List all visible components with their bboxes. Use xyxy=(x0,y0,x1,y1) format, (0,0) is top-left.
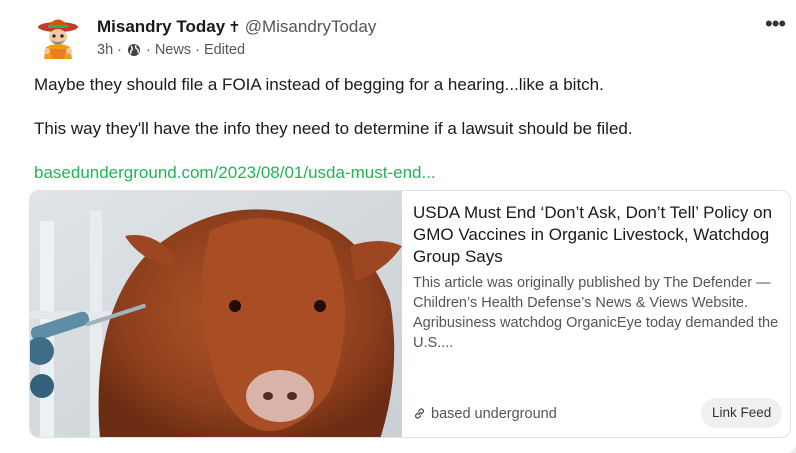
link-icon xyxy=(414,408,425,419)
post-time[interactable]: 3h xyxy=(97,42,113,58)
link-preview-card[interactable]: USDA Must End ‘Don’t Ask, Don’t Tell’ Po… xyxy=(29,190,791,438)
author-name[interactable]: Misandry Today xyxy=(97,17,225,36)
post-card: Misandry Today ✝ @MisandryToday 3h · · News · E… xyxy=(0,0,796,453)
preview-site[interactable]: based underground xyxy=(413,404,557,424)
post-paragraph: Maybe they should file a FOIA instead of… xyxy=(34,75,604,94)
author-handle[interactable]: @MisandryToday xyxy=(245,17,377,36)
avatar[interactable] xyxy=(34,13,82,61)
preview-site-name: based underground xyxy=(431,406,557,422)
author-line: Misandry Today ✝ @MisandryToday xyxy=(97,15,376,40)
globe-icon xyxy=(127,43,141,63)
post-paragraph: This way they'll have the info they need… xyxy=(34,119,633,138)
preview-description: This article was originally published by… xyxy=(413,275,779,351)
meta-separator: · xyxy=(145,42,151,58)
meta-separator: · xyxy=(117,42,122,58)
link-feed-chip[interactable]: Link Feed xyxy=(701,398,783,428)
edited-label[interactable]: Edited xyxy=(204,42,245,58)
ellipsis-icon[interactable]: ••• xyxy=(765,13,791,38)
preview-title[interactable]: USDA Must End ‘Don’t Ask, Don’t Tell’ Po… xyxy=(413,202,785,268)
post-meta: 3h · · News · Edited xyxy=(97,40,245,63)
meta-separator: · xyxy=(195,42,200,58)
post-category[interactable]: News xyxy=(155,42,191,58)
preview-image[interactable] xyxy=(30,191,402,438)
author-badge: ✝ xyxy=(228,19,241,36)
post-link[interactable]: basedunderground.com/2023/08/01/usda-mus… xyxy=(34,161,436,185)
